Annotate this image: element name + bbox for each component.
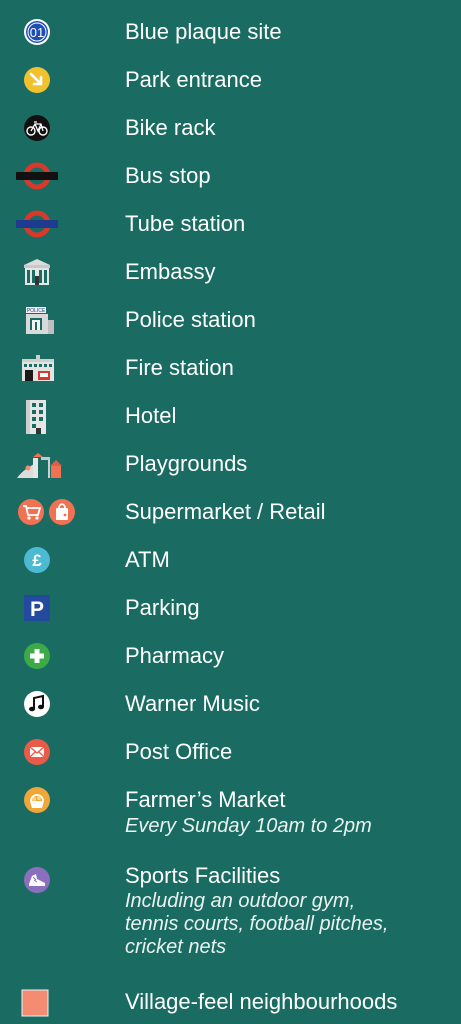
legend-label-atm: ATM xyxy=(125,547,170,572)
legend-label-police-station: Police station xyxy=(125,307,256,332)
sports-facilities-note-line-3: cricket nets xyxy=(125,936,227,958)
legend-label-warner-music: Warner Music xyxy=(125,691,260,716)
legend-label-farmers-market: Farmer’s Market xyxy=(125,787,286,812)
parking-icon: P xyxy=(10,588,70,628)
police-sign-text: POLICE xyxy=(27,308,46,314)
tube-roundel-icon xyxy=(10,204,70,244)
legend-label-parking: Parking xyxy=(125,595,200,620)
envelope-icon xyxy=(10,732,70,772)
shopping-bag-icon xyxy=(49,499,75,525)
sports-facilities-note-line-2: tennis courts, football pitches, xyxy=(125,913,389,935)
pharmacy-cross-icon xyxy=(10,636,70,676)
farmers-market-note: Every Sunday 10am to 2pm xyxy=(125,815,372,837)
park-entrance-icon xyxy=(10,60,70,100)
neighbourhood-swatch-icon xyxy=(10,984,70,1024)
legend-label-fire-station: Fire station xyxy=(125,355,234,380)
supermarket-retail-icons xyxy=(10,492,75,532)
pound-glyph: £ xyxy=(32,551,42,570)
legend-label-tube-station: Tube station xyxy=(125,211,246,236)
legend-label-embassy: Embassy xyxy=(125,259,216,284)
legend-label-post-office: Post Office xyxy=(125,739,233,764)
shopping-cart-icon xyxy=(18,499,44,525)
legend-label-playgrounds: Playgrounds xyxy=(125,451,248,476)
bus-roundel-icon xyxy=(10,156,70,196)
map-legend: 01 Blue plaque site Park entrance Bike r… xyxy=(0,0,461,1022)
blue-plaque-number: 01 xyxy=(30,25,44,40)
embassy-building-icon xyxy=(10,252,70,292)
legend-label-sports-facilities: Sports Facilities xyxy=(125,863,281,888)
hotel-building-icon xyxy=(10,396,70,436)
legend-label-village-feel: Village-feel neighbourhoods xyxy=(125,989,398,1014)
sports-shoe-icon xyxy=(10,860,70,900)
legend-label-bike-rack: Bike rack xyxy=(125,115,216,140)
legend-label-bus-stop: Bus stop xyxy=(125,163,211,188)
playground-icon xyxy=(10,444,70,484)
bike-icon xyxy=(10,108,70,148)
police-building-icon: POLICE xyxy=(10,300,70,340)
blue-plaque-icon: 01 xyxy=(10,12,70,52)
music-note-icon xyxy=(10,684,70,724)
legend-label-supermarket-retail: Supermarket / Retail xyxy=(125,499,326,524)
market-basket-icon xyxy=(10,780,70,820)
legend-label-park-entrance: Park entrance xyxy=(125,67,262,92)
sports-facilities-note-line-1: Including an outdoor gym, xyxy=(125,890,356,912)
parking-glyph: P xyxy=(30,598,44,621)
legend-label-blue-plaque: Blue plaque site xyxy=(125,19,282,44)
fire-station-building-icon xyxy=(10,348,70,388)
legend-label-pharmacy: Pharmacy xyxy=(125,643,225,668)
legend-label-hotel: Hotel xyxy=(125,403,177,428)
pound-sign-icon: £ xyxy=(10,540,70,580)
